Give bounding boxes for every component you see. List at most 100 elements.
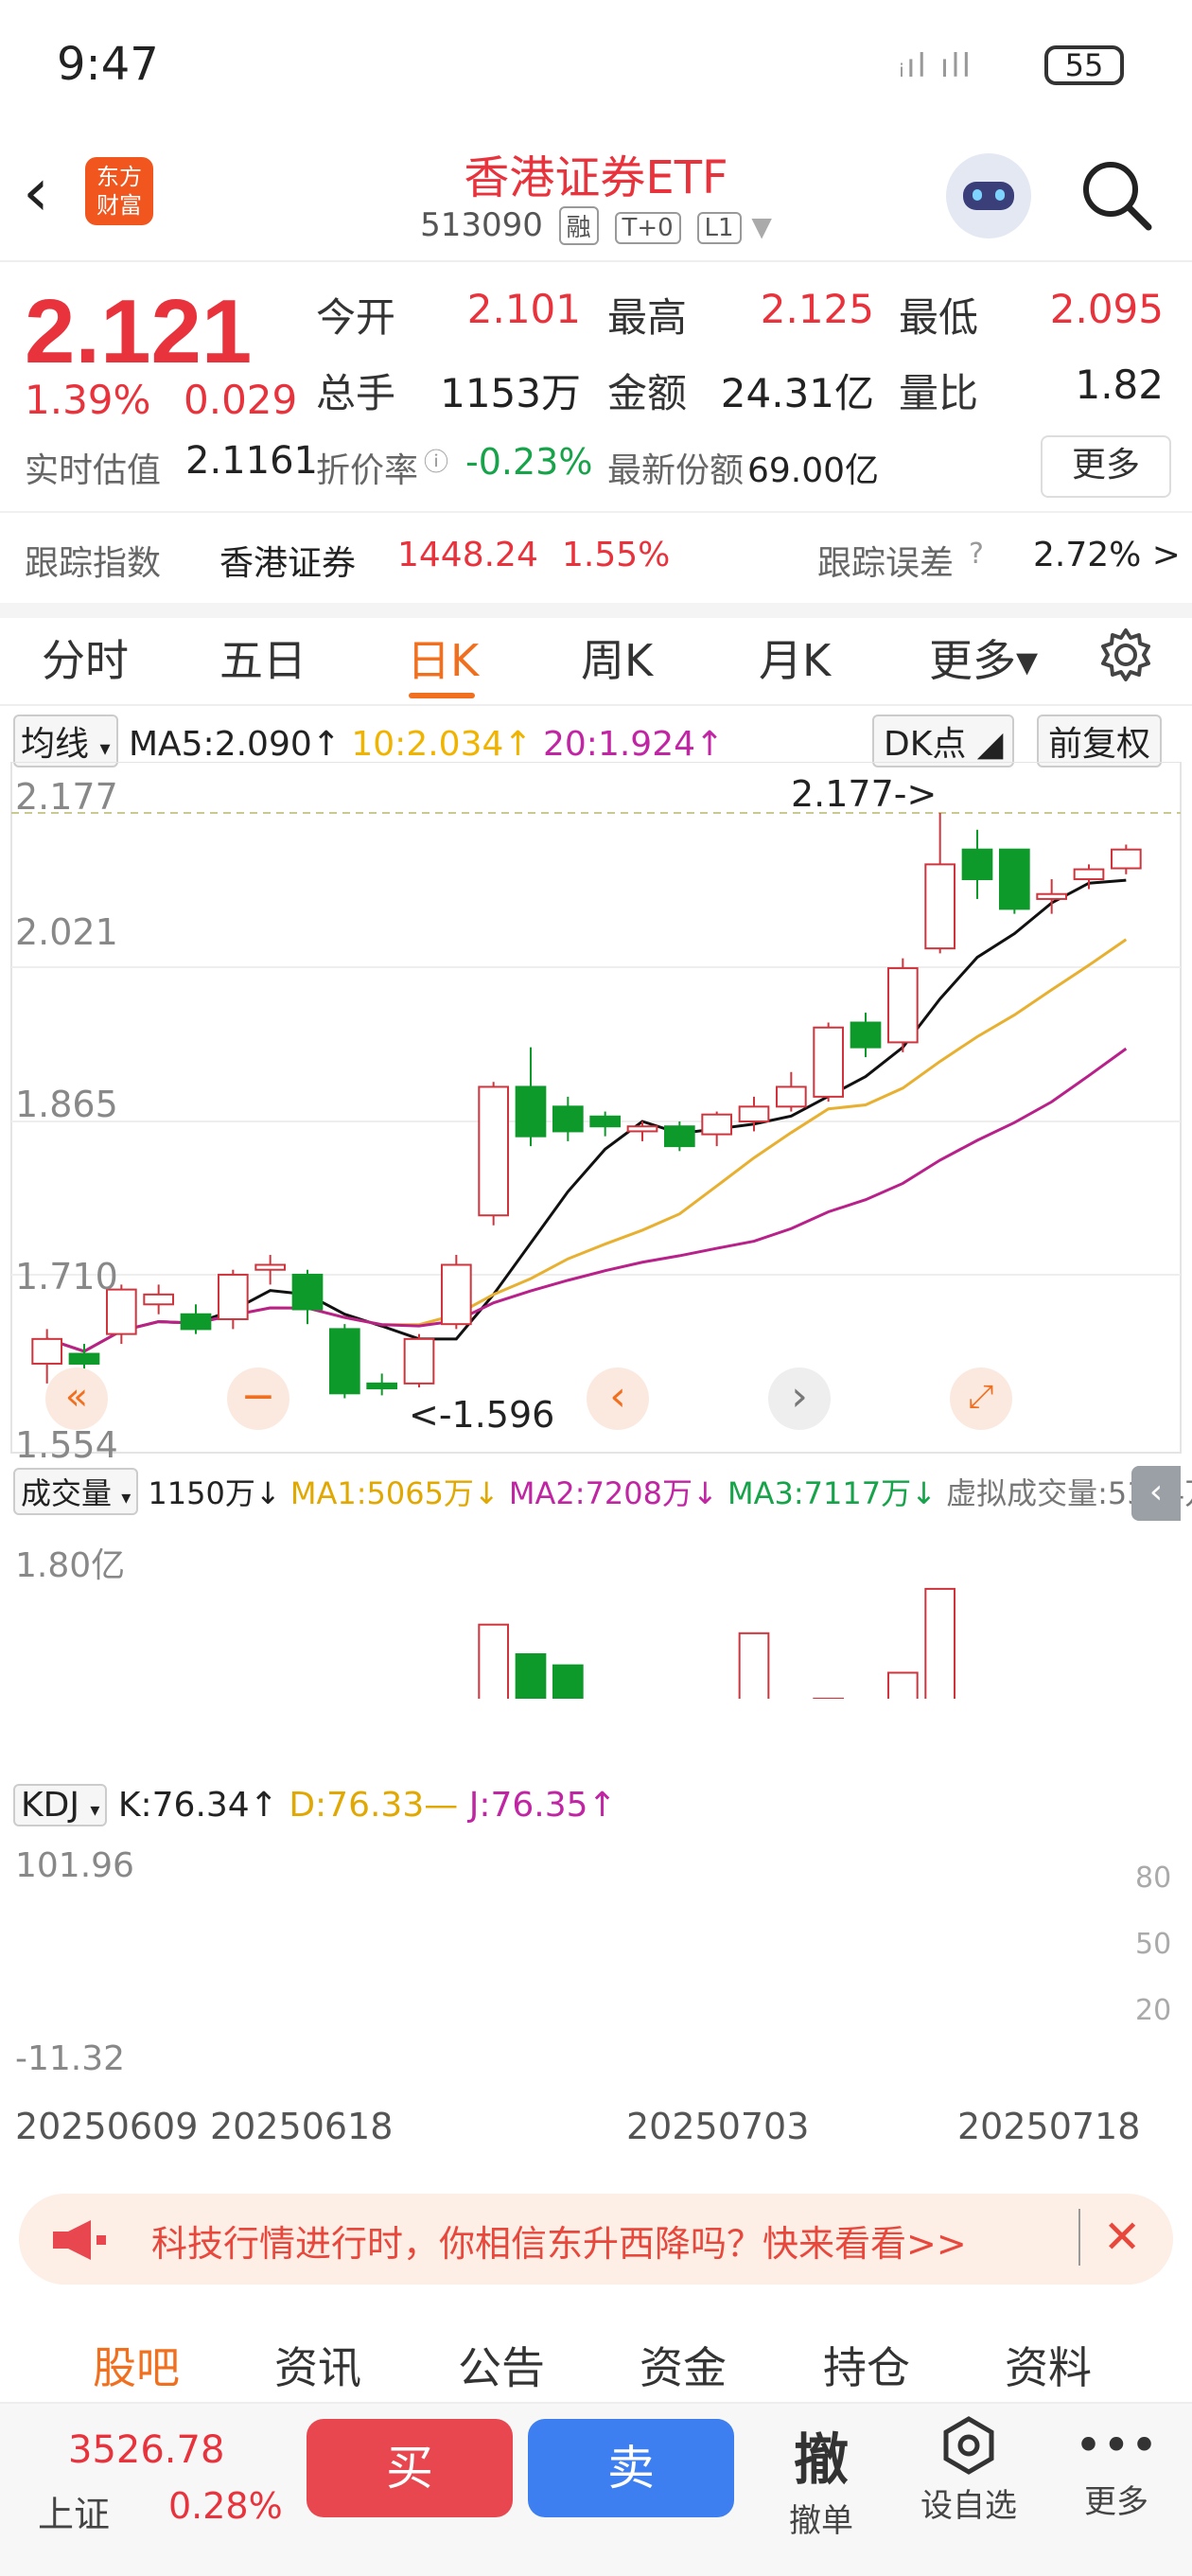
code-text: 513090 <box>420 206 543 244</box>
discount-value: -0.23% <box>465 441 592 483</box>
tab-forum[interactable]: 股吧 <box>93 2334 180 2396</box>
volume-selector[interactable]: 成交量 ▾ <box>13 1468 138 1515</box>
candle-body <box>1000 850 1029 909</box>
dropdown-icon[interactable]: ▼ <box>751 211 772 242</box>
kdj-selector-label: KDJ <box>21 1786 79 1825</box>
kdj-axis-top: 101.96 <box>15 1846 134 1885</box>
close-icon[interactable]: ✕ <box>1078 2209 1141 2266</box>
next-icon[interactable]: › <box>768 1367 831 1430</box>
candle-body <box>702 1115 731 1135</box>
tracking-index: 香港证券 <box>219 536 356 585</box>
index-value[interactable]: 3526.78 <box>68 2428 224 2472</box>
fullscreen-icon[interactable]: ⤢ <box>950 1367 1012 1430</box>
candle-body <box>517 1086 546 1136</box>
volume-bar <box>888 1673 918 1699</box>
kline-chart-area[interactable]: 均线 ▾ MA5:2.090↑ 10:2.034↑ 20:1.924↑ DK点 … <box>0 705 1192 2162</box>
candlestick-chart[interactable] <box>0 762 1192 1699</box>
candle-body <box>182 1314 211 1330</box>
volume-bar <box>517 1654 546 1699</box>
volume-bar <box>479 1625 508 1699</box>
collapse-panel-icon[interactable]: ‹ <box>1131 1466 1181 1521</box>
tab-five-day[interactable]: 五日 <box>219 626 307 689</box>
candle-body <box>479 1086 508 1215</box>
rewind-icon[interactable]: « <box>45 1367 108 1430</box>
tab-holdings[interactable]: 持仓 <box>823 2334 910 2396</box>
high-label: 最高 <box>607 286 687 344</box>
ma5-line <box>47 880 1127 1351</box>
signal-icon: ᵢıl ıll <box>899 47 973 85</box>
search-icon[interactable] <box>1078 157 1154 233</box>
tag-level[interactable]: L1 <box>697 212 742 244</box>
prev-icon[interactable]: ‹ <box>587 1367 649 1430</box>
assistant-avatar-icon[interactable] <box>946 153 1031 238</box>
add-watchlist-button[interactable]: 设自选 <box>912 2415 1025 2526</box>
candle-body <box>628 1126 657 1131</box>
settings-gear-icon[interactable] <box>1097 626 1154 683</box>
zoom-out-icon[interactable]: − <box>227 1367 289 1430</box>
tab-announcements[interactable]: 公告 <box>458 2334 545 2396</box>
amount-label: 金额 <box>607 362 687 419</box>
info-icon[interactable]: ⓘ <box>424 443 448 478</box>
change-value: 0.029 <box>184 377 297 423</box>
dk-point-button[interactable]: DK点 ◢ <box>872 715 1014 768</box>
tab-daily-k[interactable]: 日K <box>407 626 479 689</box>
candle-body <box>777 1086 806 1106</box>
ratio-value: 1.82 <box>1012 362 1164 408</box>
kdj-k: K:76.34↑ <box>118 1786 278 1825</box>
withdraw-button[interactable]: 撤 撤单 <box>764 2415 878 2541</box>
change-pct: 1.39% <box>25 377 150 423</box>
tab-intraday[interactable]: 分时 <box>42 626 129 689</box>
candle-body <box>1112 850 1141 869</box>
date-label-3: 20250703 <box>626 2106 809 2147</box>
tab-profile[interactable]: 资料 <box>1005 2334 1092 2396</box>
sell-button[interactable]: 卖 <box>528 2419 734 2517</box>
tab-weekly-k[interactable]: 周K <box>581 626 653 689</box>
adjust-button[interactable]: 前复权 <box>1037 715 1162 768</box>
kdj-j: J:76.35↑ <box>469 1786 617 1825</box>
candle-body <box>1075 870 1104 879</box>
more-button[interactable]: 更多 <box>1041 435 1171 498</box>
buy-button[interactable]: 买 <box>307 2419 513 2517</box>
index-pct[interactable]: 0.28% <box>168 2485 283 2527</box>
volume-label: 总手 <box>316 362 395 419</box>
help-icon[interactable]: ? <box>969 538 984 571</box>
dk-label: DK点 <box>884 725 966 764</box>
kdj-d: D:76.33— <box>289 1786 458 1825</box>
candle-body <box>32 1339 61 1364</box>
candle-body <box>367 1384 396 1388</box>
ma20-value: 20:1.924↑ <box>543 725 724 764</box>
chart-tabs: 分时 五日 日K 周K 月K 更多▾ <box>0 606 1192 706</box>
tab-funds[interactable]: 资金 <box>640 2334 727 2396</box>
promo-banner[interactable]: 科技行情进行时，你相信东升西降吗？快来看看>> ✕ <box>19 2194 1173 2285</box>
candle-body <box>1037 894 1066 899</box>
iopv-label: 实时估值 <box>25 443 161 492</box>
kdj-level-80: 80 <box>1135 1861 1171 1895</box>
tab-monthly-k[interactable]: 月K <box>759 626 831 689</box>
candle-body <box>255 1264 285 1269</box>
date-label-2: 20250618 <box>210 2106 393 2147</box>
y-label-3: 1.865 <box>15 1084 118 1125</box>
more-actions-button[interactable]: ••• 更多 <box>1060 2415 1173 2522</box>
open-label: 今开 <box>316 286 395 344</box>
tab-more[interactable]: 更多▾ <box>929 626 1038 689</box>
tracking-label: 跟踪指数 <box>25 536 161 585</box>
status-bar: 9:47 ᵢıl ıll 55 <box>0 0 1192 132</box>
y-label-top: 2.177 <box>15 776 118 818</box>
ma-selector[interactable]: 均线 ▾ <box>13 715 118 768</box>
volume-bar <box>740 1633 769 1699</box>
tracking-error-value[interactable]: 2.72% > <box>1033 536 1181 574</box>
volume-value: 1153万 <box>416 362 581 419</box>
shares-value: 69.00亿 <box>747 443 879 492</box>
high-value: 2.125 <box>728 286 874 332</box>
kdj-selector[interactable]: KDJ ▾ <box>13 1784 107 1826</box>
quote-panel: 2.121 1.39% 0.029 今开 2.101 最高 2.125 最低 2… <box>0 263 1192 509</box>
info-tabs: 股吧 资讯 公告 资金 持仓 资料 <box>0 2317 1192 2402</box>
banner-text[interactable]: 科技行情进行时，你相信东升西降吗？快来看看>> <box>151 2214 967 2267</box>
more-dots-icon: ••• <box>1060 2415 1173 2476</box>
tracking-row[interactable]: 跟踪指数 香港证券 1448.24 1.55% 跟踪误差 ? 2.72% > <box>0 511 1192 618</box>
battery-icon: 55 <box>1044 45 1124 85</box>
index-name[interactable]: 上证 <box>38 2485 110 2537</box>
y-label-4: 1.710 <box>15 1256 118 1297</box>
tab-news[interactable]: 资讯 <box>274 2334 361 2396</box>
volume-bar <box>553 1666 583 1699</box>
